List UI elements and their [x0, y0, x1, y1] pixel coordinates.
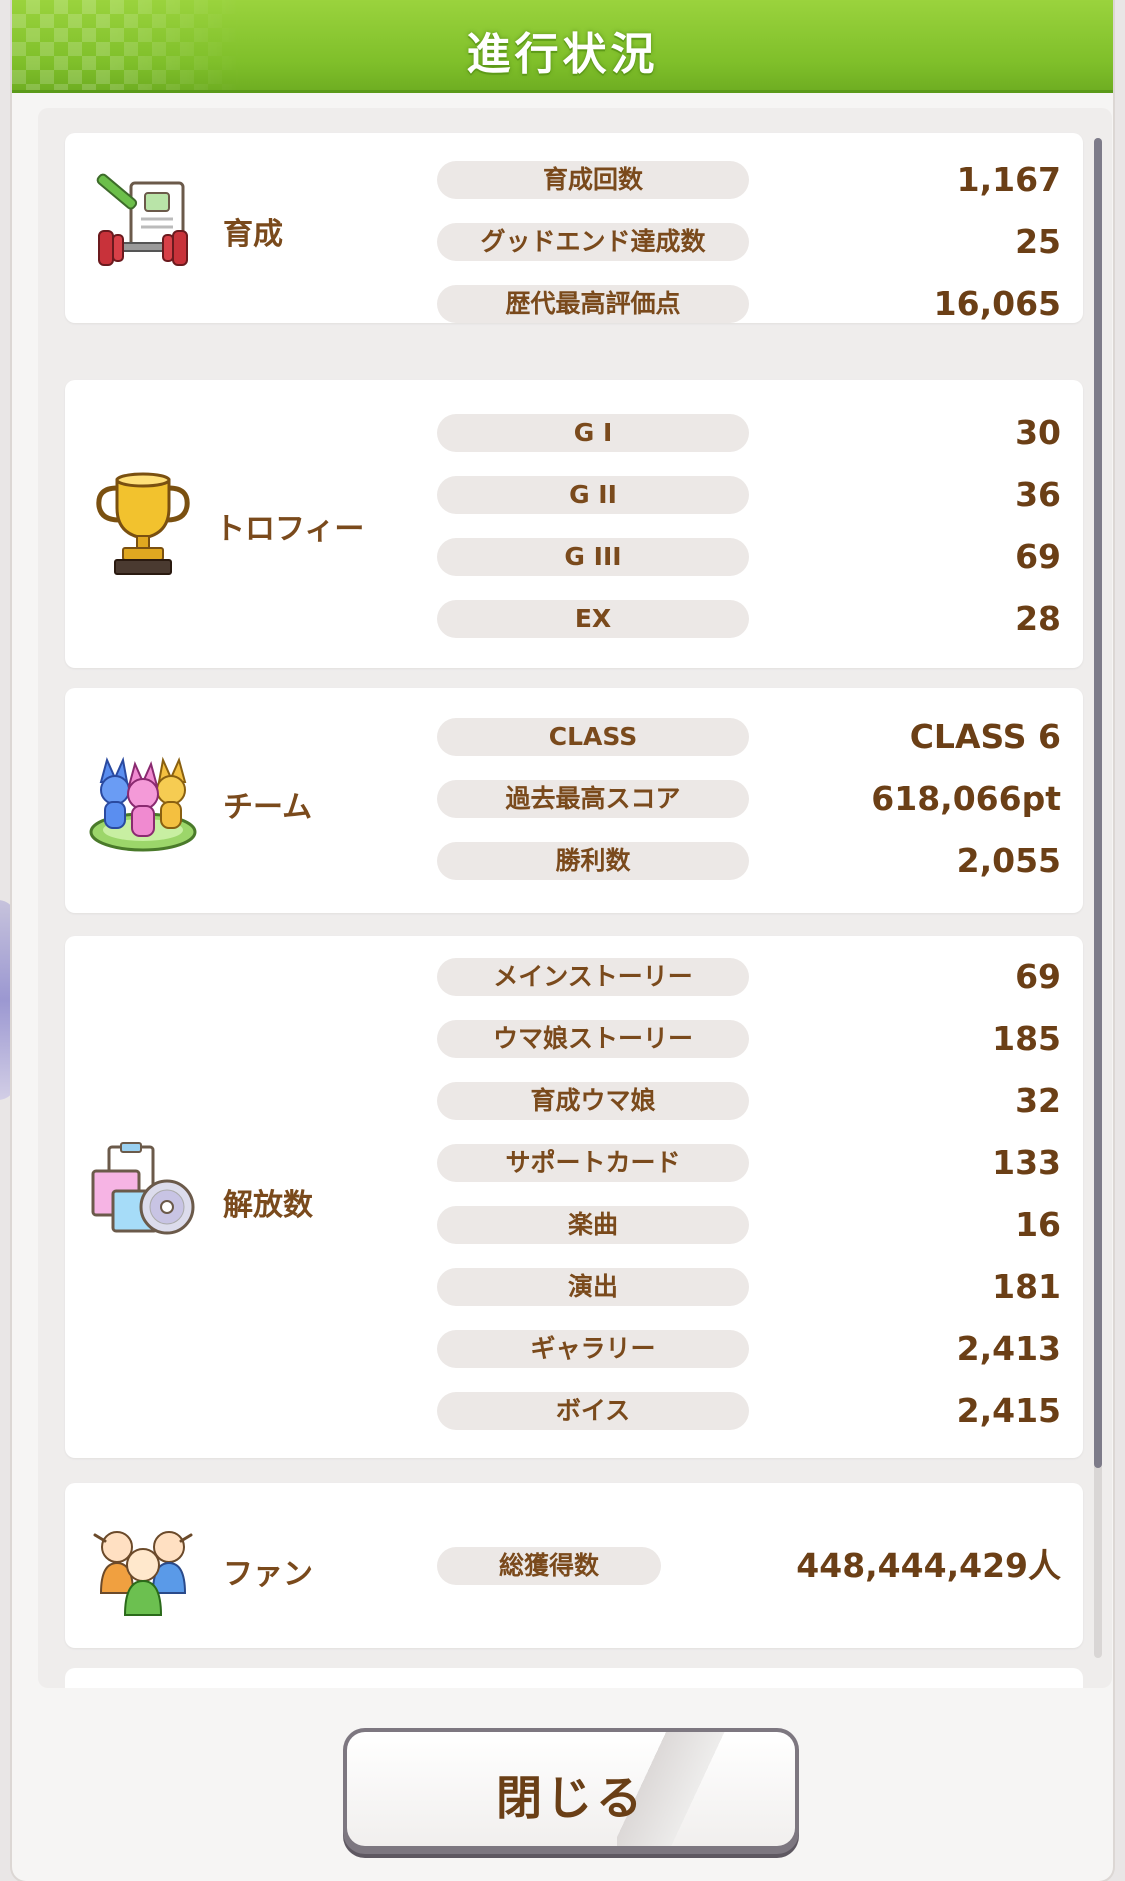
row-value: 1,167 [956, 160, 1061, 199]
row-value: 618,066pt [871, 779, 1061, 818]
row-value: 181 [992, 1267, 1061, 1306]
row-value: 133 [992, 1143, 1061, 1182]
section-card-next [65, 1668, 1083, 1688]
row-value: 69 [1015, 957, 1061, 996]
progress-dialog: 進行状況 育成 育成回数 1,167 グッドエンド達成数 25 歴代最高評価点 [12, 0, 1113, 1881]
row-label: ギャラリー [437, 1330, 749, 1368]
section-card-fans: ファン 総獲得数 448,444,429人 [65, 1483, 1083, 1648]
section-card-unlock: 解放数 メインストーリー 69 ウマ娘ストーリー 185 育成ウマ娘 32 サポ… [65, 936, 1083, 1458]
dialog-title: 進行状況 [466, 29, 659, 80]
row-label: 育成回数 [437, 161, 749, 199]
section-label-training: 育成 [223, 217, 283, 252]
row-value: 16,065 [933, 284, 1061, 323]
row-value: 28 [1015, 599, 1061, 638]
row-value: 25 [1015, 222, 1061, 261]
row-value: 16 [1015, 1205, 1061, 1244]
row-label: サポートカード [437, 1144, 749, 1182]
row-value: 2,055 [956, 841, 1061, 880]
row-label: 過去最高スコア [437, 780, 749, 818]
row-label: 勝利数 [437, 842, 749, 880]
progress-scroll-area[interactable]: 育成 育成回数 1,167 グッドエンド達成数 25 歴代最高評価点 16,06… [38, 108, 1112, 1688]
section-card-trophy: トロフィー G I 30 G II 36 G III 69 EX 28 [65, 380, 1083, 668]
unlock-media-icon [91, 1142, 195, 1235]
section-card-team: チーム CLASS CLASS 6 過去最高スコア 618,066pt 勝利数 … [65, 688, 1083, 913]
section-label-trophy: トロフィー [215, 512, 365, 547]
close-button-label: 閉じる [496, 1771, 646, 1825]
row-label: G II [437, 476, 749, 514]
dialog-title-bar: 進行状況 [12, 0, 1113, 93]
team-icon [89, 756, 197, 852]
row-value: 2,415 [956, 1391, 1061, 1430]
row-value: 32 [1015, 1081, 1061, 1120]
section-label-fans: ファン [223, 1557, 313, 1592]
row-label: 総獲得数 [437, 1547, 661, 1585]
section-card-training: 育成 育成回数 1,167 グッドエンド達成数 25 歴代最高評価点 16,06… [65, 133, 1083, 323]
fans-icon [93, 1531, 193, 1616]
row-label: 演出 [437, 1268, 749, 1306]
section-label-team: チーム [223, 790, 313, 825]
row-value: 448,444,429人 [796, 1546, 1061, 1585]
row-label: メインストーリー [437, 958, 749, 996]
row-label: ボイス [437, 1392, 749, 1430]
close-button[interactable]: 閉じる [347, 1732, 795, 1846]
row-label: EX [437, 600, 749, 638]
row-label: G I [437, 414, 749, 452]
scrollbar[interactable] [1094, 138, 1102, 1658]
row-label: ウマ娘ストーリー [437, 1020, 749, 1058]
row-label: 育成ウマ娘 [437, 1082, 749, 1120]
row-label: 歴代最高評価点 [437, 285, 749, 323]
row-value: 69 [1015, 537, 1061, 576]
close-button-frame: 閉じる [343, 1728, 799, 1854]
training-icon [96, 173, 188, 266]
scrollbar-thumb[interactable] [1094, 138, 1102, 1468]
row-value: 30 [1015, 413, 1061, 452]
section-label-unlock: 解放数 [223, 1188, 313, 1223]
row-value: 2,413 [956, 1329, 1061, 1368]
row-label: グッドエンド達成数 [437, 223, 749, 261]
row-value: CLASS 6 [909, 717, 1061, 756]
row-label: 楽曲 [437, 1206, 749, 1244]
row-value: 36 [1015, 475, 1061, 514]
row-label: G III [437, 538, 749, 576]
row-value: 185 [992, 1019, 1061, 1058]
trophy-icon [96, 472, 190, 575]
row-label: CLASS [437, 718, 749, 756]
